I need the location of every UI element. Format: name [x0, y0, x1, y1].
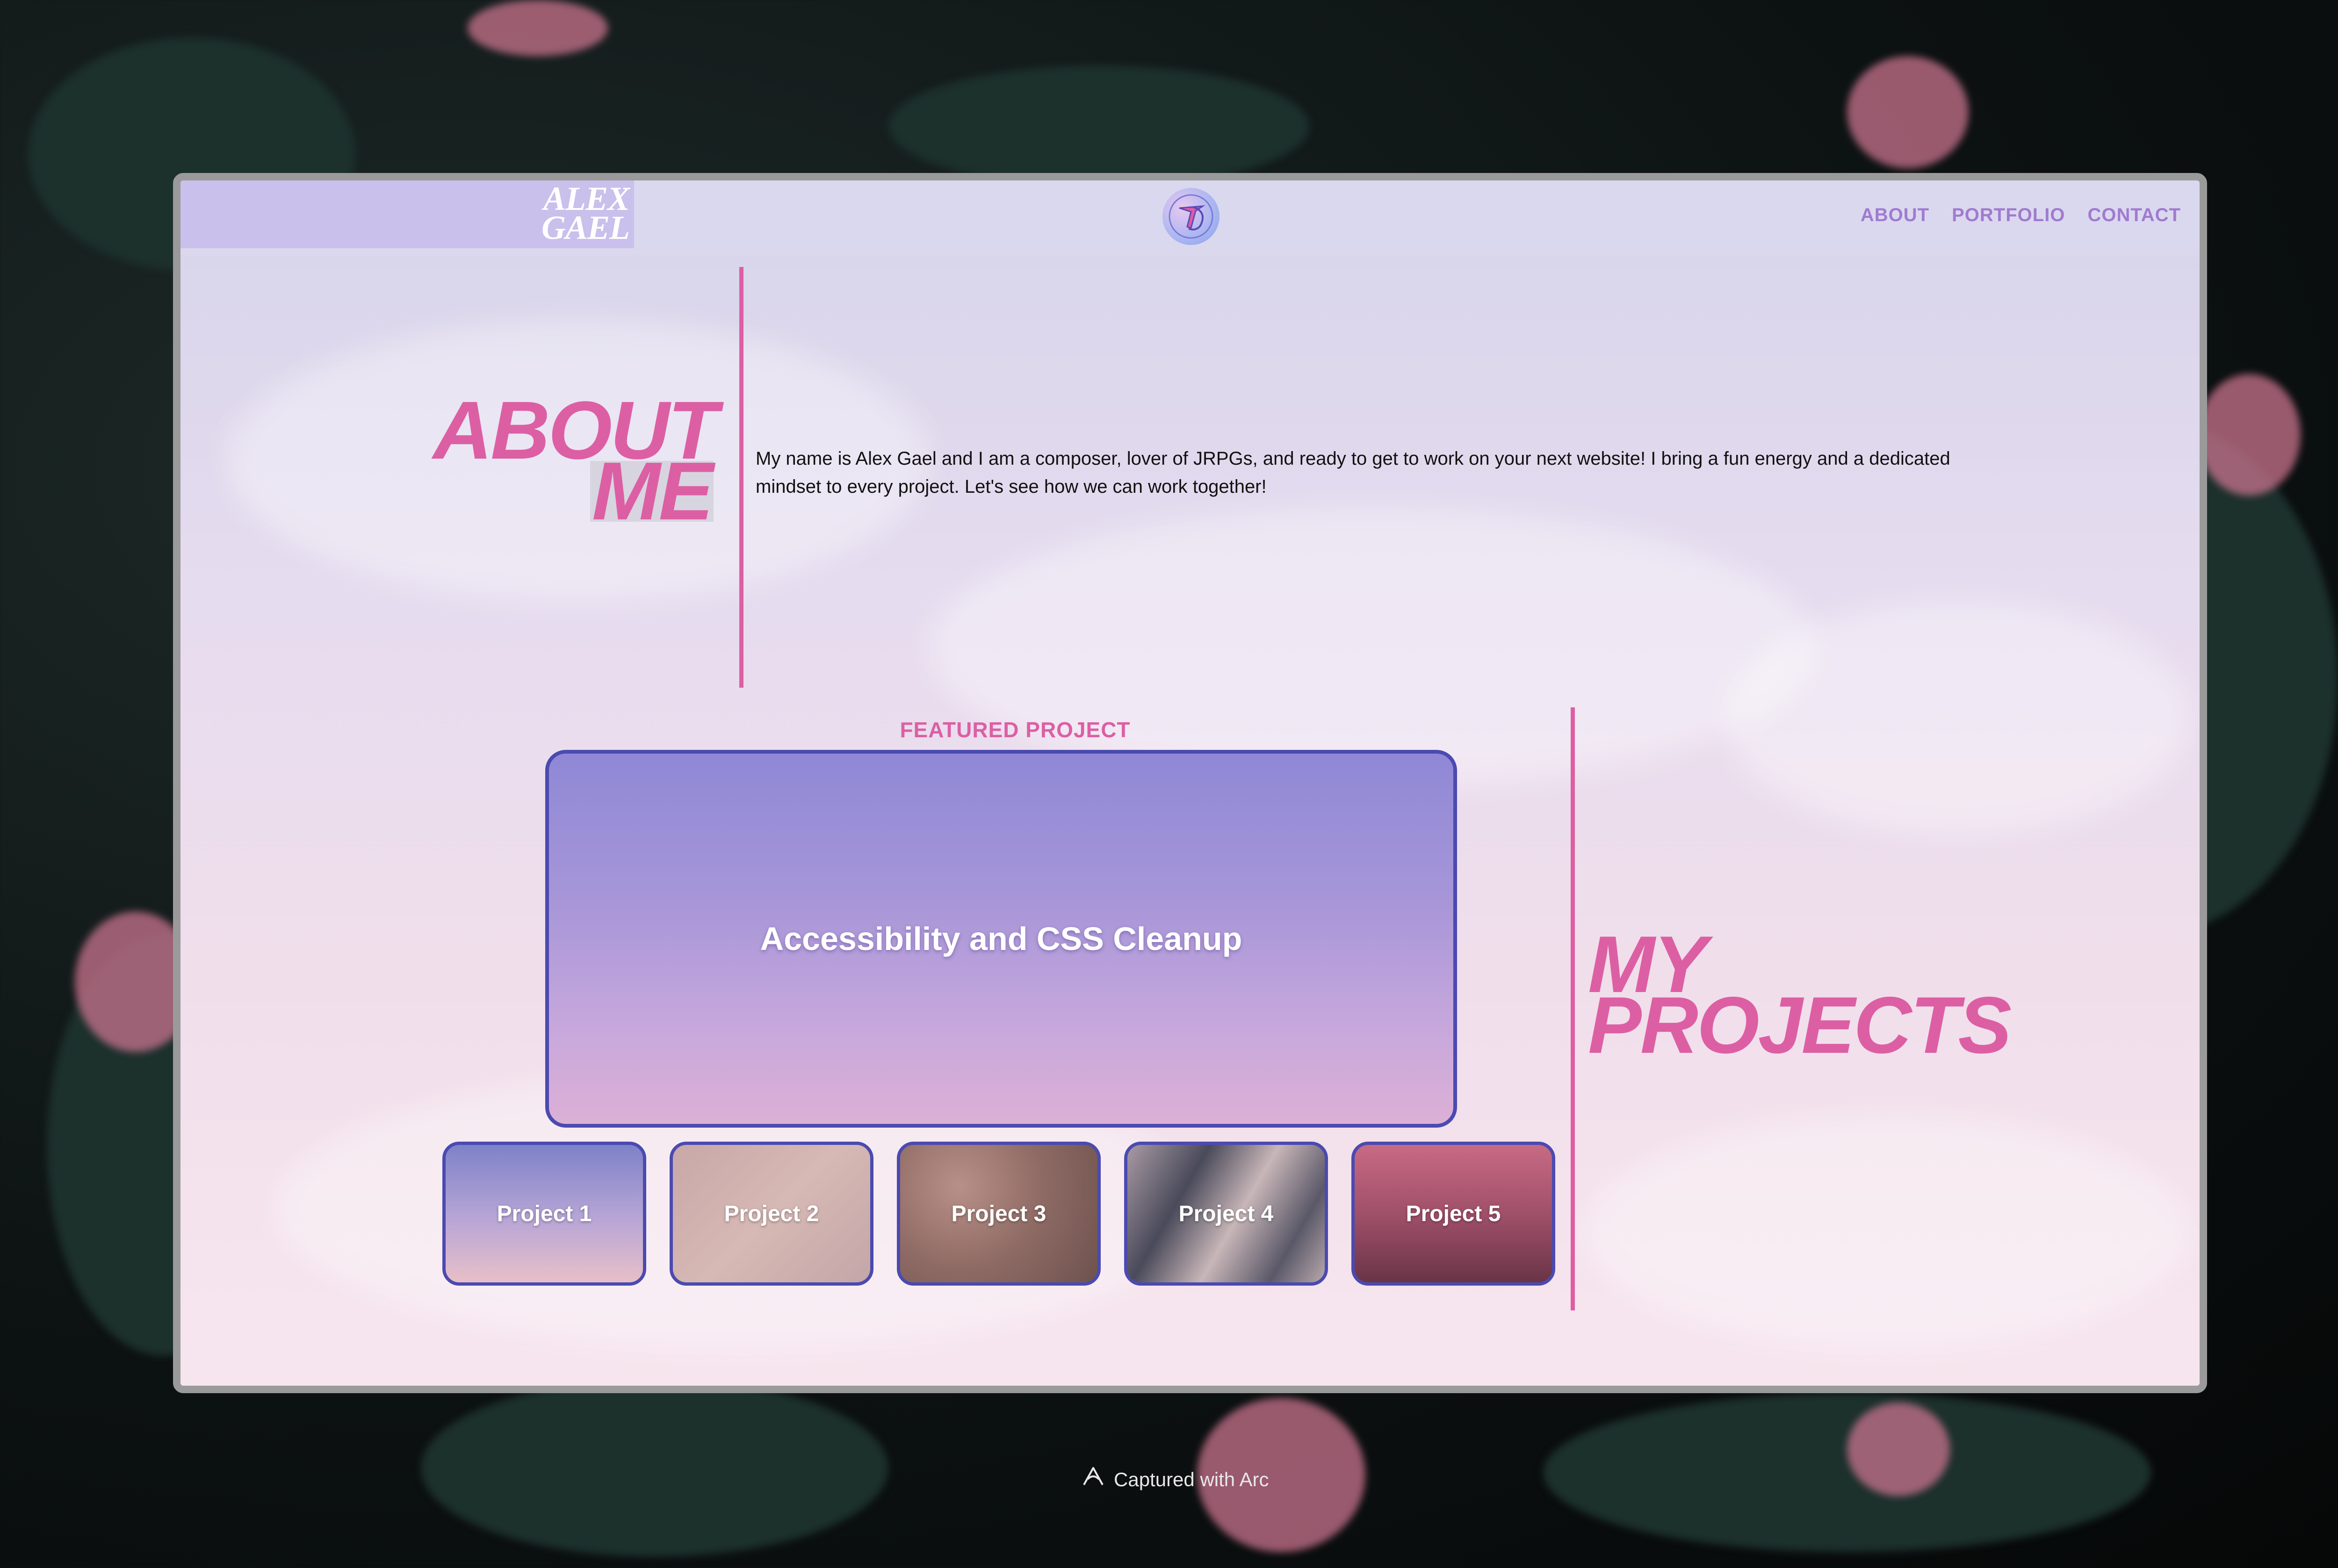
browser-window: ALEX GAEL ABOUT PORTFOLIO CONTACT ABOUT … [173, 173, 2207, 1393]
logo-emblem-icon[interactable] [1162, 188, 1220, 245]
project-card-label: Project 1 [497, 1201, 592, 1226]
navbar: ALEX GAEL ABOUT PORTFOLIO CONTACT [180, 180, 2200, 255]
logo-line-2: GAEL [541, 209, 630, 246]
site-logo[interactable]: ALEX GAEL [180, 180, 634, 248]
projects-heading-line-2: PROJECTS [1588, 980, 2012, 1070]
project-card-label: Project 5 [1406, 1201, 1501, 1226]
nav-link-portfolio[interactable]: PORTFOLIO [1952, 205, 2065, 226]
projects-heading: MY PROJECTS [1588, 924, 2012, 1070]
featured-project-card[interactable]: Accessibility and CSS Cleanup [545, 750, 1457, 1128]
project-card-2[interactable]: Project 2 [670, 1142, 873, 1286]
capture-caption-text: Captured with Arc [1114, 1468, 1269, 1490]
project-card-1[interactable]: Project 1 [442, 1142, 646, 1286]
featured-project-title: Accessibility and CSS Cleanup [760, 921, 1242, 957]
about-text: My name is Alex Gael and I am a composer… [756, 448, 1950, 497]
project-card-label: Project 4 [1178, 1201, 1274, 1226]
about-heading: ABOUT ME [433, 389, 718, 532]
about-heading-line-2: ME [590, 450, 714, 532]
project-card-5[interactable]: Project 5 [1351, 1142, 1555, 1286]
about-divider [739, 267, 743, 688]
nav-links: ABOUT PORTFOLIO CONTACT [1861, 205, 2181, 226]
projects-divider [1571, 707, 1575, 1310]
project-card-3[interactable]: Project 3 [897, 1142, 1101, 1286]
nav-link-about[interactable]: ABOUT [1861, 205, 1929, 226]
arc-icon [1080, 1464, 1106, 1495]
project-card-label: Project 3 [951, 1201, 1046, 1226]
featured-label: FEATURED PROJECT [900, 718, 1131, 742]
capture-caption: Captured with Arc [1080, 1464, 1269, 1495]
project-card-label: Project 2 [724, 1201, 819, 1226]
nav-link-contact[interactable]: CONTACT [2087, 205, 2181, 226]
project-card-4[interactable]: Project 4 [1124, 1142, 1328, 1286]
